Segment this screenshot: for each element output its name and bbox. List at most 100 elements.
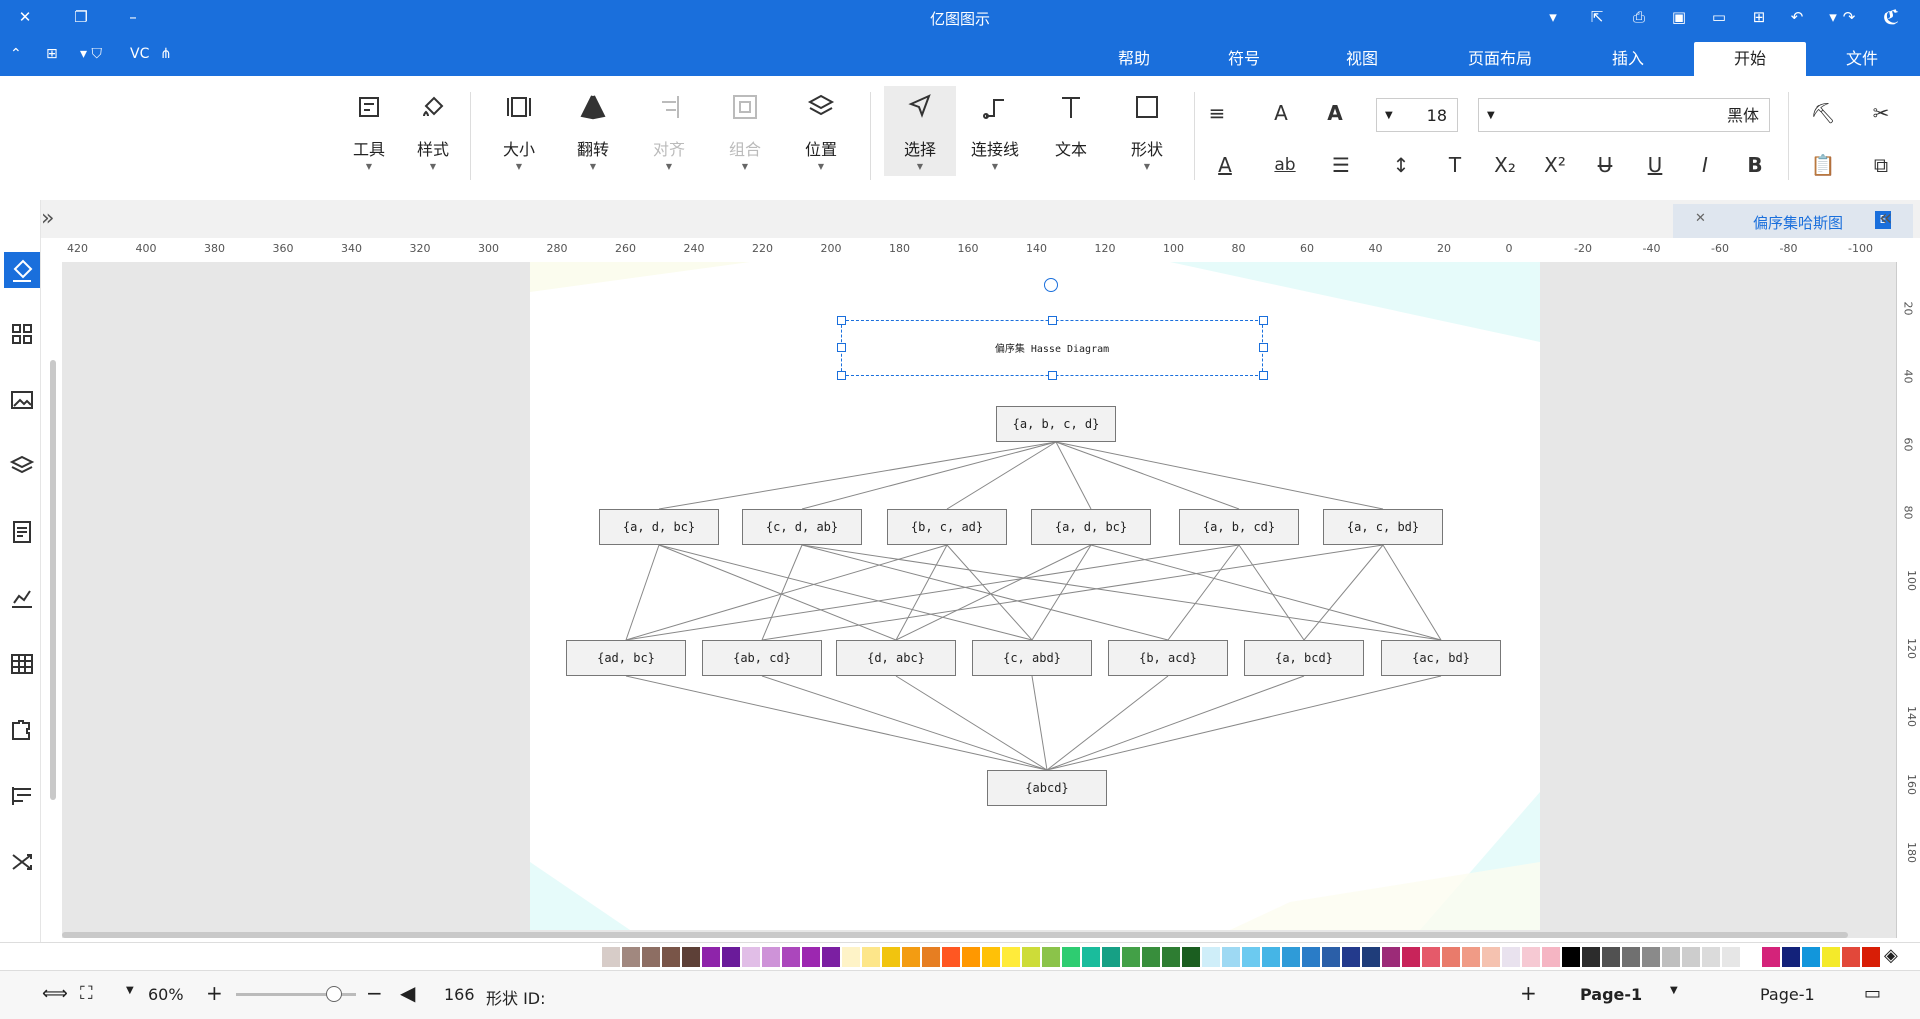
style-button[interactable]: 样式 ▼ [402,86,464,176]
diagram-node[interactable]: {b, c, ad} [887,509,1007,545]
group-button[interactable]: 组合 ▼ [714,86,776,176]
color-swatch[interactable] [682,947,700,967]
color-swatch[interactable] [1682,947,1700,967]
tab-help[interactable]: 帮助 [1102,42,1166,76]
color-swatch[interactable] [1482,947,1500,967]
open-icon[interactable]: ▭ [1708,6,1730,28]
color-swatch[interactable] [1802,947,1820,967]
diagram-node[interactable]: {a, c, bd} [1323,509,1443,545]
resize-handle[interactable] [837,371,846,380]
color-swatch[interactable] [1242,947,1260,967]
color-swatch[interactable] [1382,947,1400,967]
color-swatch[interactable] [602,947,620,967]
color-swatch[interactable] [922,947,940,967]
title-selection-box[interactable]: 偏序集 Hasse Diagram [841,320,1263,376]
color-swatch[interactable] [1202,947,1220,967]
color-swatch[interactable] [1702,947,1720,967]
diagram-node[interactable]: {c, abd} [972,640,1092,676]
color-swatch[interactable] [882,947,900,967]
diagram-node[interactable]: {c, d, ab} [742,509,862,545]
dropdown-icon[interactable]: ▾ [1542,6,1564,28]
underline-icon[interactable]: U [1640,150,1670,180]
diagram-node[interactable]: {ac, bd} [1381,640,1501,676]
tab-file[interactable]: 文件 [1830,42,1894,76]
color-swatch[interactable] [1662,947,1680,967]
color-swatch[interactable] [1422,947,1440,967]
color-swatch[interactable] [1602,947,1620,967]
format-painter-icon[interactable]: ⛏ [1808,98,1838,128]
rotate-handle[interactable] [1044,278,1058,292]
grid-icon[interactable] [4,316,40,352]
color-swatch[interactable] [1562,947,1580,967]
color-swatch[interactable] [1082,947,1100,967]
puzzle-icon[interactable] [4,712,40,748]
collapse-ribbon-icon[interactable]: ⌃ [10,46,22,62]
color-swatch[interactable] [1162,947,1180,967]
page-tab[interactable]: Page-1 [1580,985,1642,1004]
shuffle-icon[interactable] [4,844,40,880]
diagram-title[interactable]: 偏序集 Hasse Diagram [842,340,1262,355]
collapse-panel-icon[interactable]: « [1879,206,1892,231]
diagram-node[interactable]: {a, b, cd} [1179,509,1299,545]
page-view-icon[interactable]: ▭ [1864,983,1881,1004]
share-icon[interactable]: ⋔ [160,46,172,62]
color-swatch[interactable] [1522,947,1540,967]
diagram-node[interactable]: {a, bcd} [1244,640,1364,676]
tab-insert[interactable]: 插入 [1596,42,1660,76]
drawing-page[interactable]: 偏序集 Hasse Diagram {a, b, c, d} {a, c, bd… [530,262,1540,930]
color-swatch[interactable] [1782,947,1800,967]
new-icon[interactable]: ⊞ [1748,6,1770,28]
tab-home[interactable]: 开始 [1694,42,1806,76]
paragraph-align-icon[interactable]: ≡ [1202,98,1232,128]
zoom-slider-thumb[interactable] [326,986,342,1002]
zoom-out-icon[interactable]: − [366,981,383,1005]
save-icon[interactable]: ▣ [1668,6,1690,28]
color-swatch[interactable] [962,947,980,967]
color-swatch[interactable] [822,947,840,967]
restore-icon[interactable]: ❐ [70,6,92,28]
color-swatch[interactable] [942,947,960,967]
tools-button[interactable]: 工具 ▼ [338,86,400,176]
apps-icon[interactable]: ⊞ [46,46,58,62]
close-tab-icon[interactable]: ✕ [1695,211,1706,226]
add-page-icon[interactable]: + [1520,981,1537,1005]
color-swatch[interactable] [1102,947,1120,967]
resize-handle[interactable] [837,343,846,352]
font-color-icon[interactable]: A [1210,150,1240,180]
resize-handle[interactable] [1259,316,1268,325]
color-swatch[interactable] [1862,947,1880,967]
canvas-area[interactable]: 偏序集 Hasse Diagram {a, b, c, d} {a, c, bd… [62,262,1896,938]
close-icon[interactable]: ✕ [14,6,36,28]
vertical-scrollbar[interactable] [50,360,56,800]
color-swatch[interactable] [1402,947,1420,967]
color-swatch[interactable] [742,947,760,967]
shape-button[interactable]: 形状 ▼ [1116,86,1178,176]
export-icon[interactable]: ⇱ [1586,6,1608,28]
color-swatch[interactable] [782,947,800,967]
italic-icon[interactable]: I [1690,150,1720,180]
chevron-down-icon[interactable]: ▼ [126,985,134,996]
color-swatch[interactable] [1362,947,1380,967]
color-swatch[interactable] [862,947,880,967]
cut-icon[interactable]: ✂ [1866,98,1896,128]
diagram-node[interactable]: {b, acd} [1108,640,1228,676]
color-swatch[interactable] [1122,947,1140,967]
flip-button[interactable]: 翻转 ▼ [562,86,624,176]
color-swatch[interactable] [1442,947,1460,967]
play-icon[interactable]: ◀ [400,981,415,1005]
color-swatch[interactable] [1642,947,1660,967]
color-swatch[interactable] [1222,947,1240,967]
chevron-down-icon[interactable]: ▼ [1670,985,1678,996]
line-spacing-icon[interactable]: ↕ [1386,150,1416,180]
print-icon[interactable]: ⎙ [1628,6,1650,28]
tab-symbols[interactable]: 符号 [1212,42,1276,76]
connector-button[interactable]: 连接线 ▼ [964,86,1026,176]
color-swatch[interactable] [1622,947,1640,967]
color-swatch[interactable] [1302,947,1320,967]
color-swatch[interactable] [642,947,660,967]
copy-icon[interactable]: ⧉ [1866,150,1896,180]
align-button[interactable]: 对齐 ▼ [638,86,700,176]
paste-icon[interactable]: 📋 [1808,150,1838,180]
diagram-node[interactable]: {a, d, bc} [599,509,719,545]
color-swatch[interactable] [1062,947,1080,967]
